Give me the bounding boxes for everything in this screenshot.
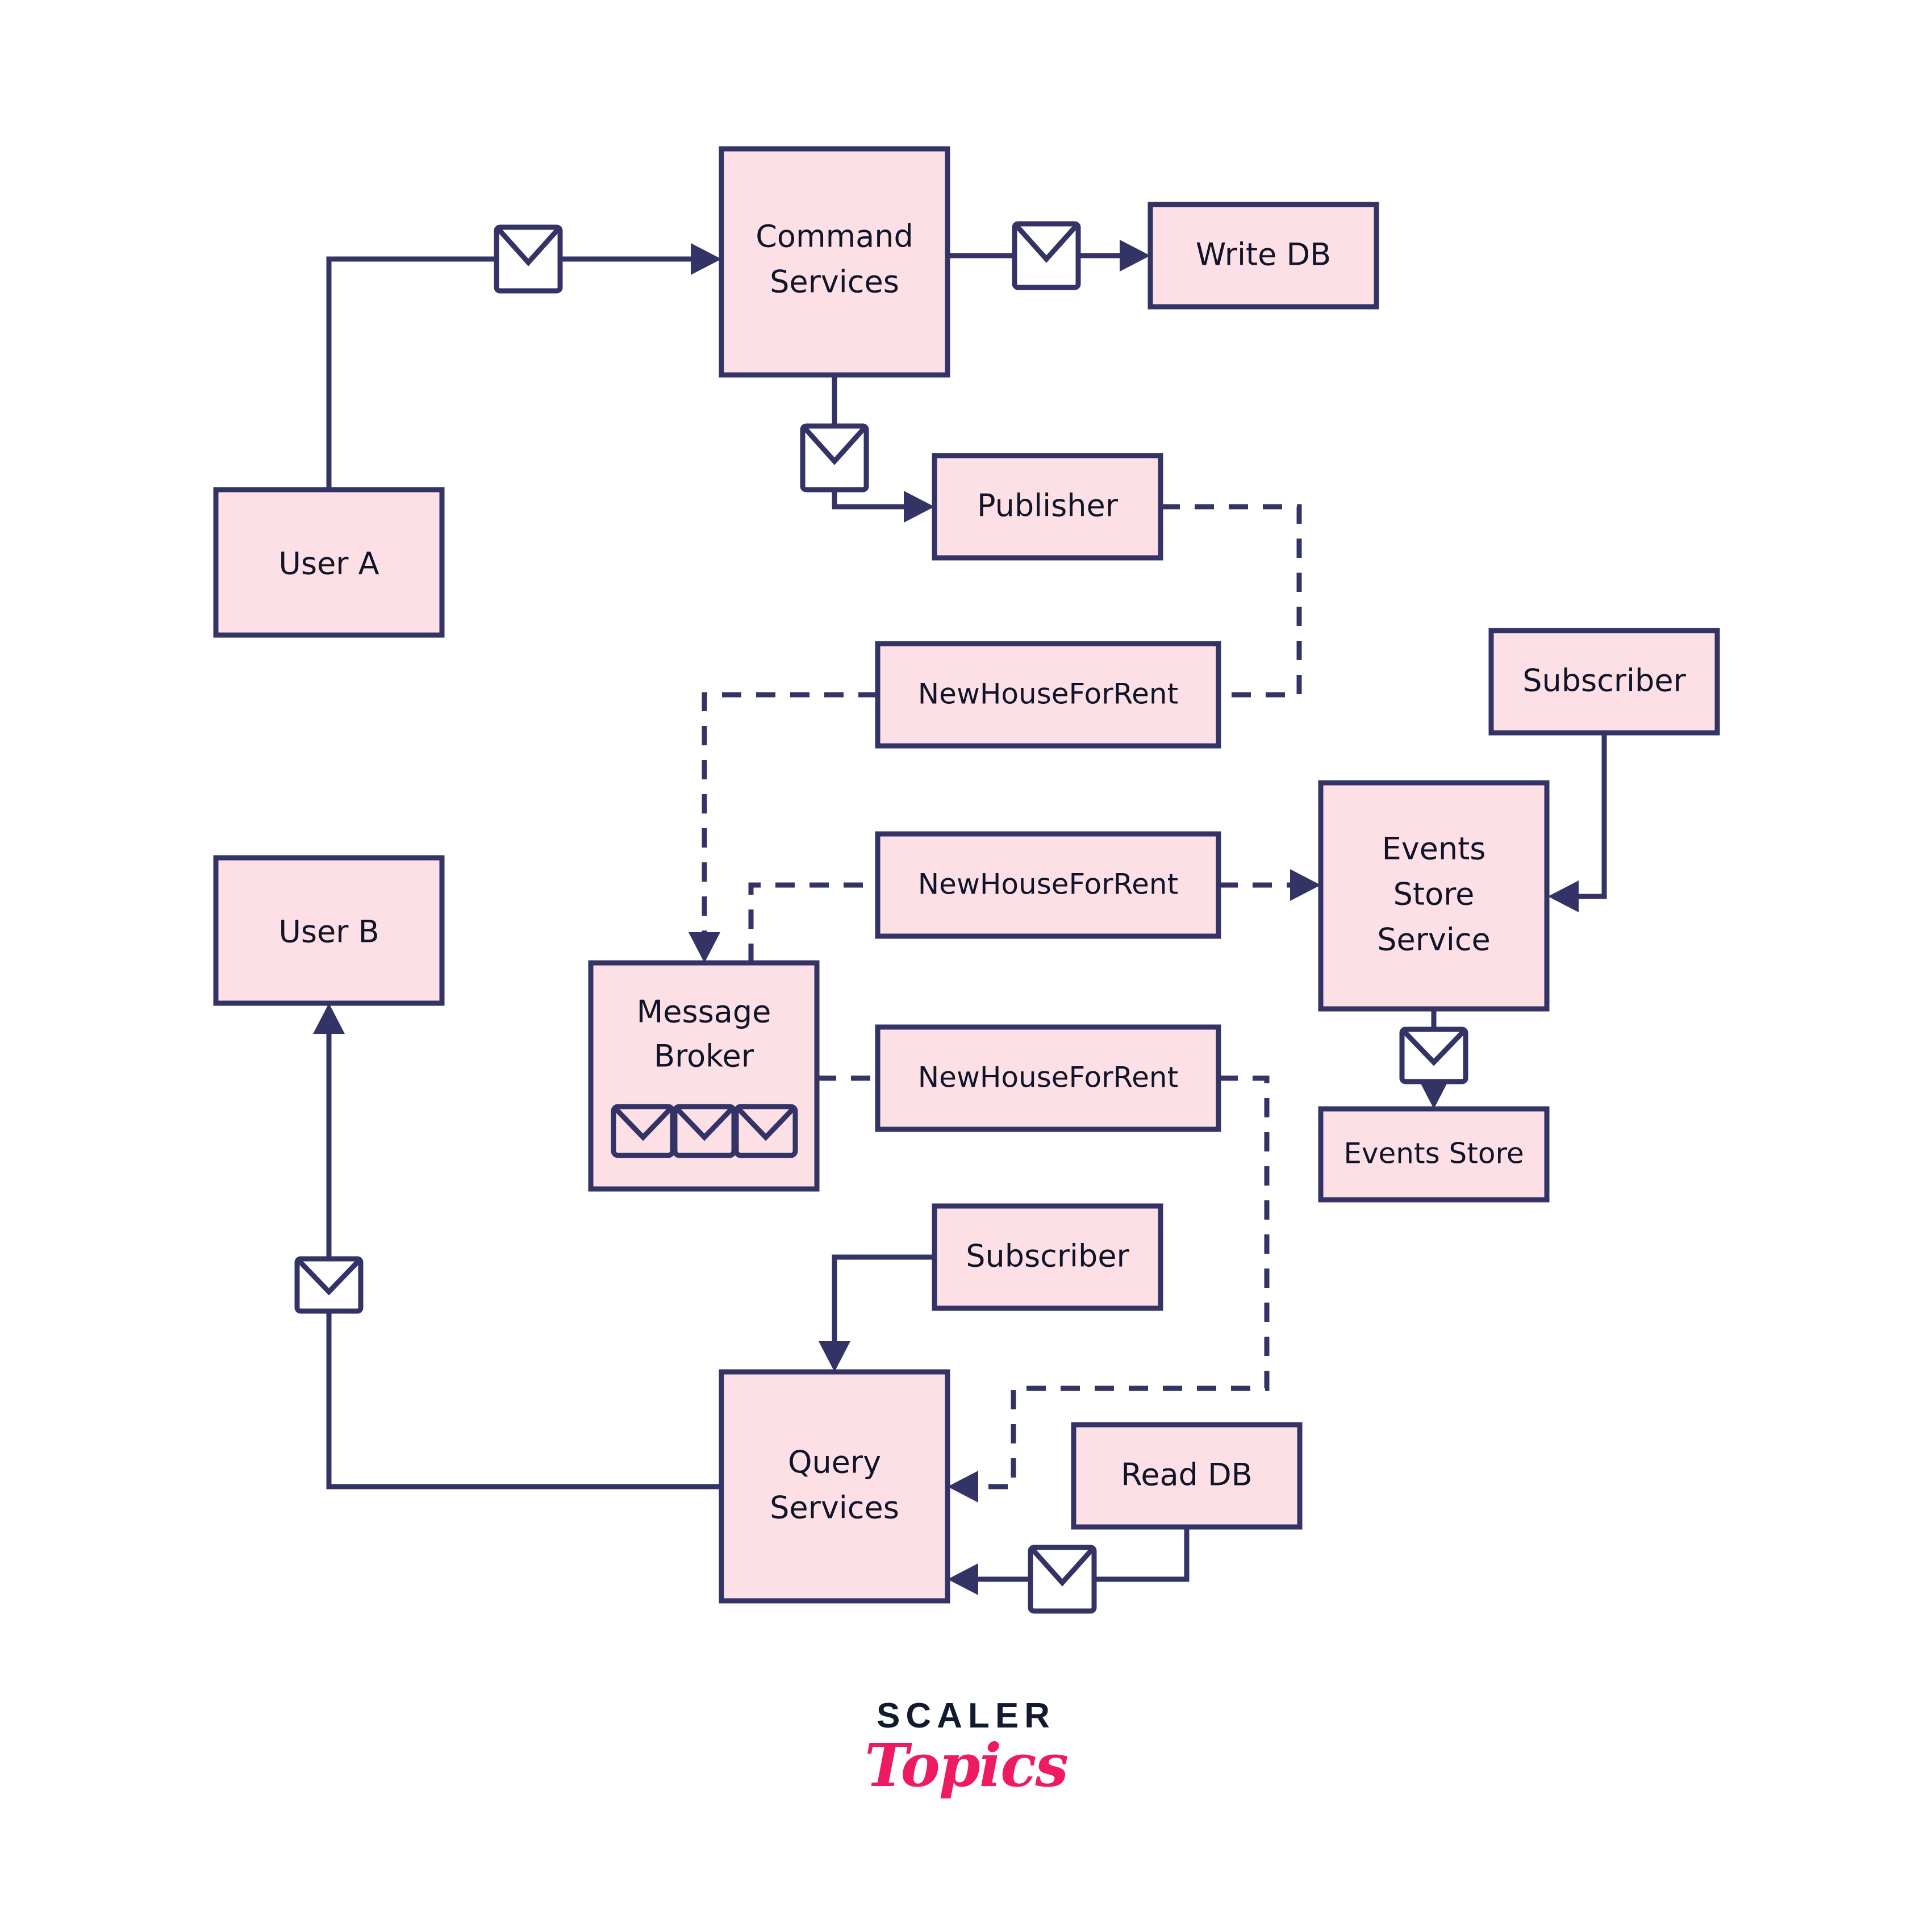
node-message-broker-label-line1: Message [637, 994, 771, 1030]
node-command-services-label-line2: Services [770, 264, 899, 300]
architecture-diagram-svg: User A Command Services Write DB Publish… [213, 146, 1720, 1614]
envelope-icon-query-to-user-b [294, 1256, 364, 1314]
node-events-store-service[interactable]: Events Store Service [1318, 780, 1550, 1012]
node-events-store-service-label-line3: Service [1377, 922, 1491, 958]
node-command-services-label-line1: Command [756, 219, 913, 254]
envelope-icon-user-a-to-command [494, 224, 563, 294]
node-subscriber-query-label: Subscriber [966, 1238, 1129, 1274]
envelope-icon-broker-queue-2 [672, 1104, 737, 1158]
edge-subscriber-to-events-store-service [1548, 733, 1607, 912]
envelope-icon-broker-queue-3 [733, 1104, 798, 1158]
node-message-broker[interactable]: Message Broker [588, 960, 820, 1192]
node-read-db-label: Read DB [1121, 1457, 1252, 1493]
node-user-b[interactable]: User B [213, 855, 445, 1006]
node-publisher[interactable]: Publisher [932, 453, 1163, 561]
node-query-services[interactable]: Query Services [719, 1369, 950, 1604]
node-events-store[interactable]: Events Store [1318, 1106, 1550, 1203]
node-newhouseforrent-2[interactable]: NewHouseForRent [875, 831, 1221, 939]
node-query-services-label-line2: Services [770, 1490, 899, 1526]
node-events-store-service-label-line2: Store [1393, 877, 1475, 912]
envelope-icon-events-service-to-store [1399, 1026, 1468, 1084]
node-events-store-service-label-line1: Events [1382, 831, 1486, 867]
scaler-topics-logo: SCALER Topics [0, 1699, 1932, 1795]
node-write-db-label: Write DB [1196, 237, 1331, 273]
node-newhouseforrent-1-label: NewHouseForRent [918, 678, 1178, 711]
envelope-icon-broker-queue-1 [611, 1104, 675, 1158]
node-newhouseforrent-3-label: NewHouseForRent [918, 1061, 1178, 1094]
edge-subscriber-to-query-services [819, 1254, 934, 1372]
node-command-services[interactable]: Command Services [719, 146, 950, 378]
envelope-icon-command-to-publisher [800, 423, 869, 493]
logo-scaler-text: SCALER [877, 1696, 1055, 1735]
envelope-icon-read-db-to-query [1028, 1545, 1097, 1614]
node-write-db[interactable]: Write DB [1147, 202, 1379, 310]
node-read-db[interactable]: Read DB [1071, 1422, 1303, 1530]
envelope-icon-command-to-write-db [1012, 221, 1081, 290]
node-user-a-label: User A [278, 546, 379, 582]
node-query-services-label-line1: Query [788, 1445, 881, 1480]
node-user-a[interactable]: User A [213, 487, 445, 638]
node-newhouseforrent-3[interactable]: NewHouseForRent [875, 1024, 1221, 1132]
diagram-canvas: User A Command Services Write DB Publish… [0, 0, 1932, 1932]
node-message-broker-label-line2: Broker [654, 1038, 754, 1074]
node-newhouseforrent-1[interactable]: NewHouseForRent [875, 641, 1221, 749]
node-subscriber-query[interactable]: Subscriber [932, 1203, 1163, 1311]
node-subscriber-events-label: Subscriber [1522, 663, 1686, 699]
node-events-store-label: Events Store [1343, 1137, 1524, 1170]
node-newhouseforrent-2-label: NewHouseForRent [918, 868, 1178, 901]
logo-topics-text: Topics [865, 1730, 1069, 1800]
node-publisher-label: Publisher [977, 488, 1119, 524]
node-subscriber-events[interactable]: Subscriber [1488, 628, 1720, 736]
node-user-b-label: User B [278, 914, 379, 950]
